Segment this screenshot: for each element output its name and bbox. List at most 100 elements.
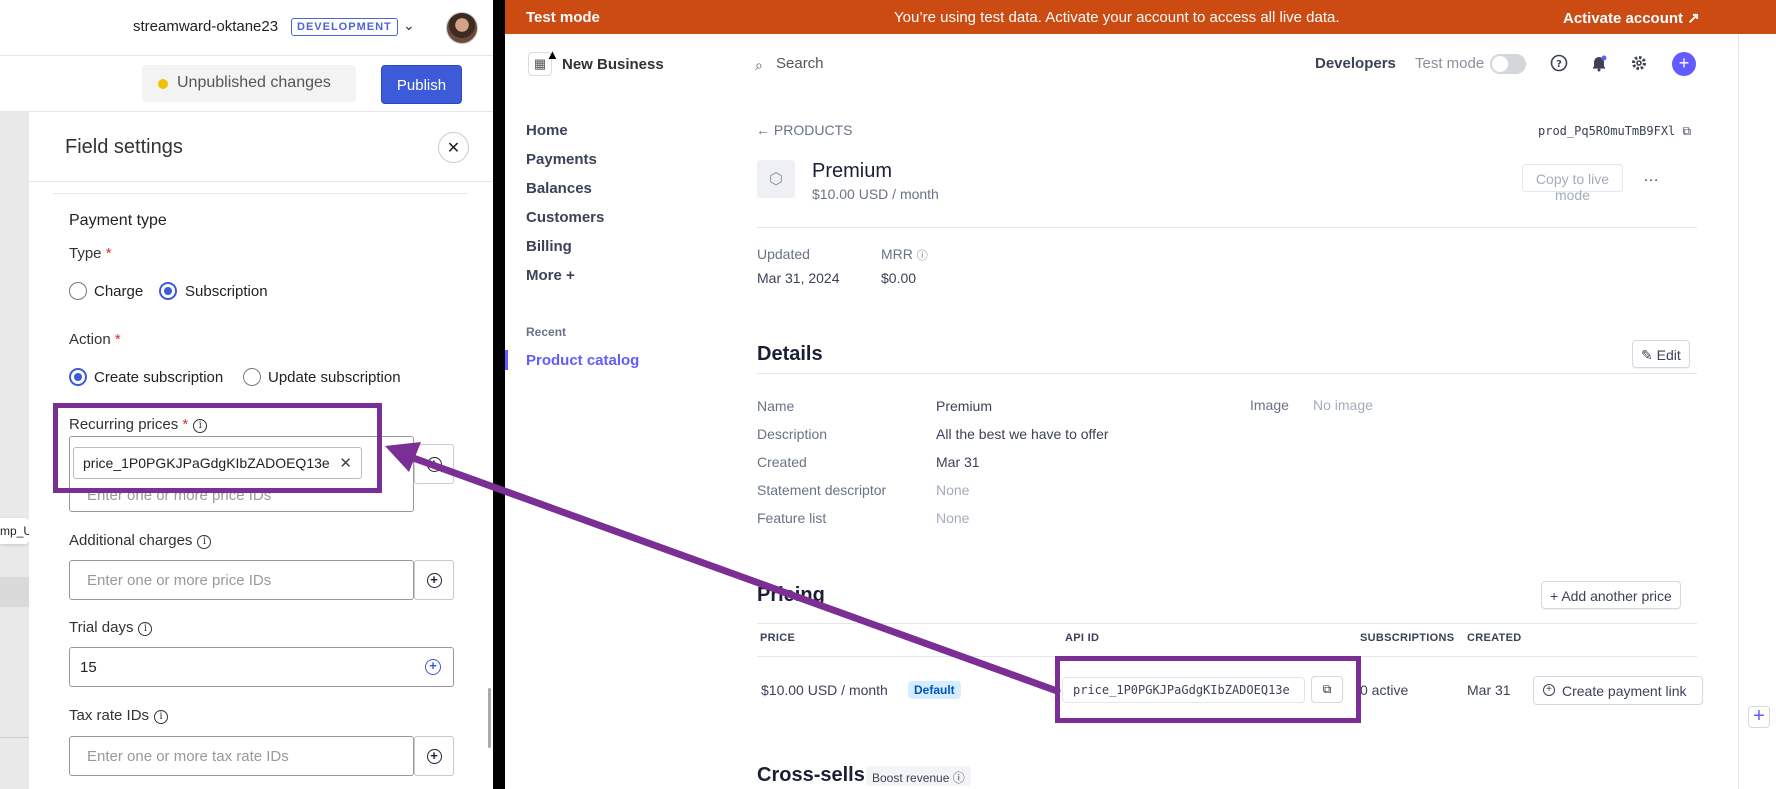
mrr-label: MRR ⓘ [881, 246, 928, 262]
divider [53, 193, 468, 194]
builder-topbar: streamward-oktane23 DEVELOPMENT ⌄ [0, 0, 493, 56]
plus-icon[interactable]: + [1748, 706, 1770, 728]
copy-icon[interactable]: ⧉ [1683, 124, 1692, 138]
detail-feature-value: None [936, 510, 970, 526]
recurring-prices-placeholder: Enter one or more price IDs [87, 487, 272, 504]
window-divider[interactable] [493, 0, 505, 789]
nav-billing[interactable]: Billing [526, 238, 572, 255]
activate-account-link[interactable]: Activate account ↗ [1563, 9, 1700, 27]
detail-name-label: Name [757, 398, 795, 414]
detail-description-value: All the best we have to offer [936, 426, 1109, 442]
divider [757, 656, 1697, 657]
svg-text:?: ? [1556, 59, 1562, 70]
detail-created-label: Created [757, 454, 807, 470]
gear-icon[interactable] [1629, 54, 1649, 74]
info-icon[interactable]: i [197, 535, 212, 549]
divider [757, 227, 1697, 228]
row-price[interactable]: $10.00 USD / month [761, 682, 888, 698]
chevron-down-icon[interactable]: ⌄ [403, 17, 415, 34]
product-name: Premium [812, 160, 893, 182]
remove-chip-icon[interactable]: ✕ [339, 454, 352, 472]
divider [757, 623, 1697, 624]
tax-rate-input[interactable]: Enter one or more tax rate IDs [69, 736, 414, 776]
divider [0, 737, 29, 738]
info-icon[interactable]: i [193, 419, 208, 433]
publish-button[interactable]: Publish [381, 65, 462, 104]
additional-charges-input[interactable]: Enter one or more price IDs [69, 560, 414, 600]
add-recurring-price-button[interactable]: + [414, 444, 454, 484]
business-name[interactable]: New Business [562, 56, 664, 73]
col-api-id: API ID [1065, 632, 1100, 644]
info-icon[interactable]: ⓘ [953, 771, 965, 785]
nav-home[interactable]: Home [526, 122, 568, 139]
account-name[interactable]: streamward-oktane23 [133, 18, 278, 35]
search-input[interactable]: Search [776, 55, 824, 72]
updated-label: Updated [757, 246, 810, 262]
radio-subscription[interactable] [159, 282, 177, 300]
developers-link[interactable]: Developers [1315, 55, 1396, 72]
test-mode-banner: Test mode You’re using test data. Activa… [505, 0, 1776, 34]
builder-panel: streamward-oktane23 DEVELOPMENT ⌄ Unpubl… [0, 0, 493, 789]
info-icon[interactable]: ⓘ [917, 250, 928, 262]
api-id-value[interactable]: price_1P0PGKJPaGdgKIbZADOEQ13e [1062, 677, 1305, 703]
radio-charge[interactable] [69, 282, 87, 300]
nav-customers[interactable]: Customers [526, 209, 604, 226]
edit-button[interactable]: ✎ Edit [1632, 340, 1690, 368]
copy-to-live-button[interactable]: Copy to live mode [1522, 164, 1623, 203]
nav-more[interactable]: More + [526, 267, 575, 284]
recent-heading: Recent [526, 325, 567, 339]
updated-value: Mar 31, 2024 [757, 270, 840, 286]
close-icon[interactable]: ✕ [438, 132, 469, 163]
breadcrumb[interactable]: ← PRODUCTS [756, 122, 852, 138]
price-chip[interactable]: price_1P0PGKJPaGdgKIbZADOEQ13e ✕ [73, 447, 362, 479]
radio-subscription-label[interactable]: Subscription [185, 283, 268, 300]
stripe-dashboard: Test mode You’re using test data. Activa… [505, 0, 1776, 789]
radio-update-subscription[interactable] [243, 368, 261, 386]
info-icon[interactable]: i [138, 622, 153, 636]
test-mode-label: Test mode [1415, 55, 1485, 72]
add-circle-icon: + [1543, 684, 1555, 696]
info-icon[interactable]: i [154, 710, 169, 724]
add-another-price-button[interactable]: + Add another price [1541, 581, 1681, 609]
copy-icon[interactable]: ⧉ [1311, 676, 1343, 703]
default-badge: Default [908, 681, 961, 699]
nav-product-catalog[interactable]: Product catalog [526, 352, 639, 369]
nav-payments[interactable]: Payments [526, 151, 597, 168]
mouse-cursor-icon: ▲ [546, 47, 559, 62]
product-box-icon: ⬡ [757, 160, 795, 198]
detail-image-label: Image [1250, 397, 1289, 413]
additional-charges-label: Additional charges i [69, 532, 212, 549]
canvas-row[interactable] [0, 577, 29, 607]
field-settings-title: Field settings [65, 136, 183, 158]
help-icon[interactable]: ? [1549, 54, 1569, 74]
radio-update-subscription-label[interactable]: Update subscription [268, 369, 401, 386]
boost-revenue-badge: Boost revenue ⓘ [866, 766, 971, 786]
add-additional-charge-button[interactable]: + [414, 560, 454, 600]
avatar[interactable] [446, 12, 478, 44]
row-subscriptions: 0 active [1360, 682, 1409, 698]
details-heading: Details [757, 343, 823, 365]
divider [1738, 34, 1739, 789]
test-mode-toggle[interactable] [1490, 54, 1526, 74]
detail-image-value: No image [1313, 397, 1373, 413]
status-dot-icon [158, 79, 168, 89]
radio-create-subscription-label[interactable]: Create subscription [94, 369, 223, 386]
scrollbar[interactable] [488, 688, 491, 748]
bell-icon[interactable] [1589, 54, 1609, 74]
product-id[interactable]: prod_Pq5ROmuTmB9FXl ⧉ [1538, 124, 1691, 139]
nav-balances[interactable]: Balances [526, 180, 592, 197]
detail-statement-value: None [936, 482, 970, 498]
search-icon[interactable]: ⌕ [755, 57, 763, 74]
create-payment-link-button[interactable]: + Create payment link [1533, 676, 1703, 705]
payment-type-heading: Payment type [69, 212, 167, 229]
add-tax-rate-button[interactable]: + [414, 736, 454, 776]
add-circle-icon[interactable]: + [425, 659, 441, 675]
radio-create-subscription[interactable] [69, 368, 87, 386]
trial-days-label: Trial days i [69, 619, 153, 636]
detail-feature-label: Feature list [757, 510, 827, 526]
unpublished-label: Unpublished changes [177, 74, 331, 91]
plus-icon[interactable]: + [1672, 52, 1696, 76]
more-options-icon[interactable]: … [1643, 168, 1659, 186]
trial-days-input[interactable]: 15 + [69, 647, 454, 687]
radio-charge-label[interactable]: Charge [94, 283, 143, 300]
